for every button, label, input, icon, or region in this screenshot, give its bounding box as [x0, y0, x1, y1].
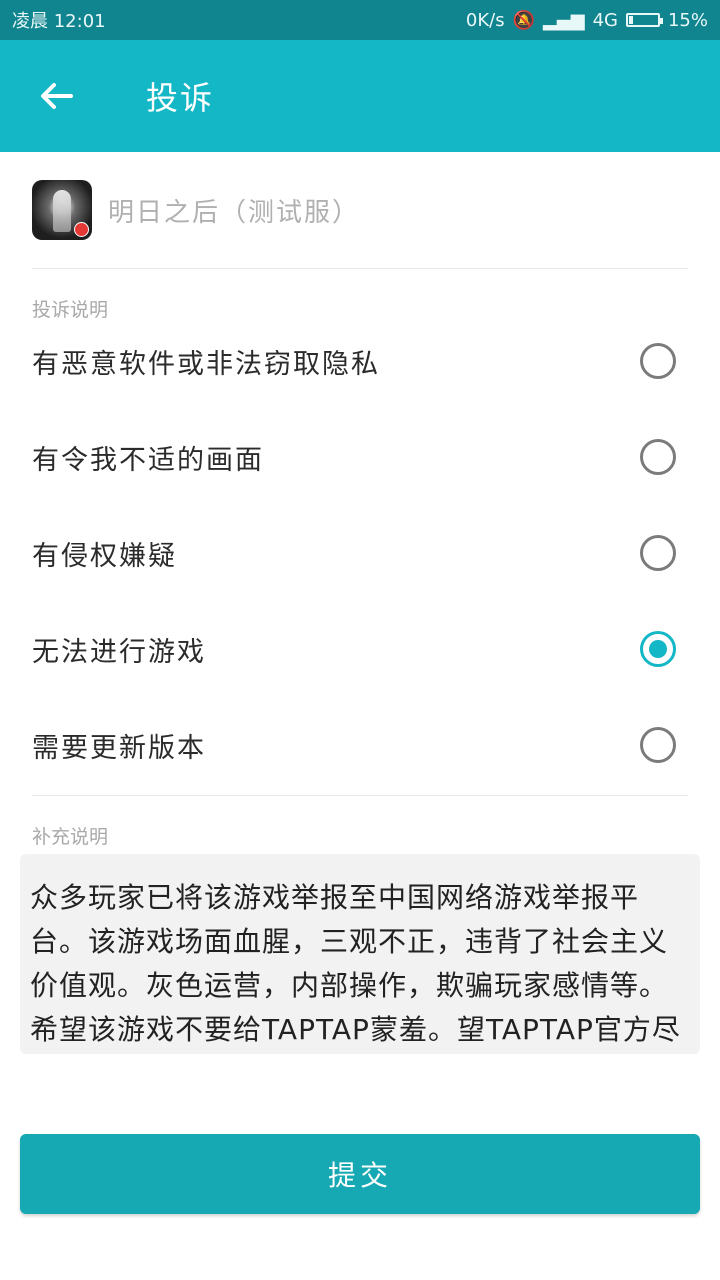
complaint-option-cannot-play[interactable]: 无法进行游戏: [32, 601, 688, 697]
radio-button[interactable]: [640, 727, 676, 763]
complaint-option-malware[interactable]: 有恶意软件或非法窃取隐私: [32, 313, 688, 409]
complaint-section-label: 投诉说明: [32, 299, 109, 321]
status-bar: 凌晨 12:01 0K/s 🔕 ▂▄▆ 4G 15%: [0, 0, 720, 40]
publisher-badge-icon: [74, 222, 89, 237]
complaint-options: 有恶意软件或非法窃取隐私 有令我不适的画面 有侵权嫌疑 无法进行游戏 需要更新版…: [32, 313, 688, 793]
option-label: 无法进行游戏: [32, 636, 206, 668]
mute-icon: 🔕: [512, 9, 536, 31]
radio-button[interactable]: [640, 343, 676, 379]
radio-button[interactable]: [640, 535, 676, 571]
game-info: 明日之后（测试服）: [32, 152, 688, 269]
battery-icon: [625, 13, 663, 27]
status-icons: 0K/s 🔕 ▂▄▆ 4G 15%: [466, 10, 708, 31]
complaint-option-needs-update[interactable]: 需要更新版本: [32, 697, 688, 793]
game-name: 明日之后（测试服）: [108, 197, 361, 228]
option-label: 有侵权嫌疑: [32, 540, 177, 572]
supplement-textarea[interactable]: 众多玩家已将该游戏举报至中国网络游戏举报平台。该游戏场面血腥，三观不正，违背了社…: [20, 854, 700, 1054]
back-button[interactable]: [36, 76, 76, 116]
complaint-option-disturbing[interactable]: 有令我不适的画面: [32, 409, 688, 505]
option-label: 需要更新版本: [32, 732, 206, 764]
app-bar: 投诉: [0, 40, 720, 152]
radio-button[interactable]: [640, 439, 676, 475]
game-icon: [32, 180, 92, 240]
battery-level: [628, 16, 634, 24]
page-title: 投诉: [146, 79, 215, 117]
complaint-option-infringement[interactable]: 有侵权嫌疑: [32, 505, 688, 601]
network-speed: 0K/s: [465, 9, 505, 31]
network-type: 4G: [592, 9, 618, 31]
arrow-left-icon: [41, 83, 73, 109]
option-label: 有令我不适的画面: [32, 444, 264, 476]
battery-percent: 15%: [667, 9, 708, 31]
game-figure-icon: [53, 190, 71, 232]
submit-button[interactable]: 提交: [20, 1134, 700, 1214]
signal-icon: ▂▄▆: [543, 9, 585, 31]
supplement-text[interactable]: 众多玩家已将该游戏举报至中国网络游戏举报平台。该游戏场面血腥，三观不正，违背了社…: [20, 854, 700, 1054]
radio-button[interactable]: [640, 631, 676, 667]
complaint-form: 明日之后（测试服） 投诉说明 有恶意软件或非法窃取隐私 有令我不适的画面 有侵权…: [0, 152, 720, 848]
status-time: 凌晨 12:01: [12, 11, 106, 32]
option-label: 有恶意软件或非法窃取隐私: [32, 348, 380, 380]
supplement-section-label: 补充说明: [32, 826, 109, 848]
